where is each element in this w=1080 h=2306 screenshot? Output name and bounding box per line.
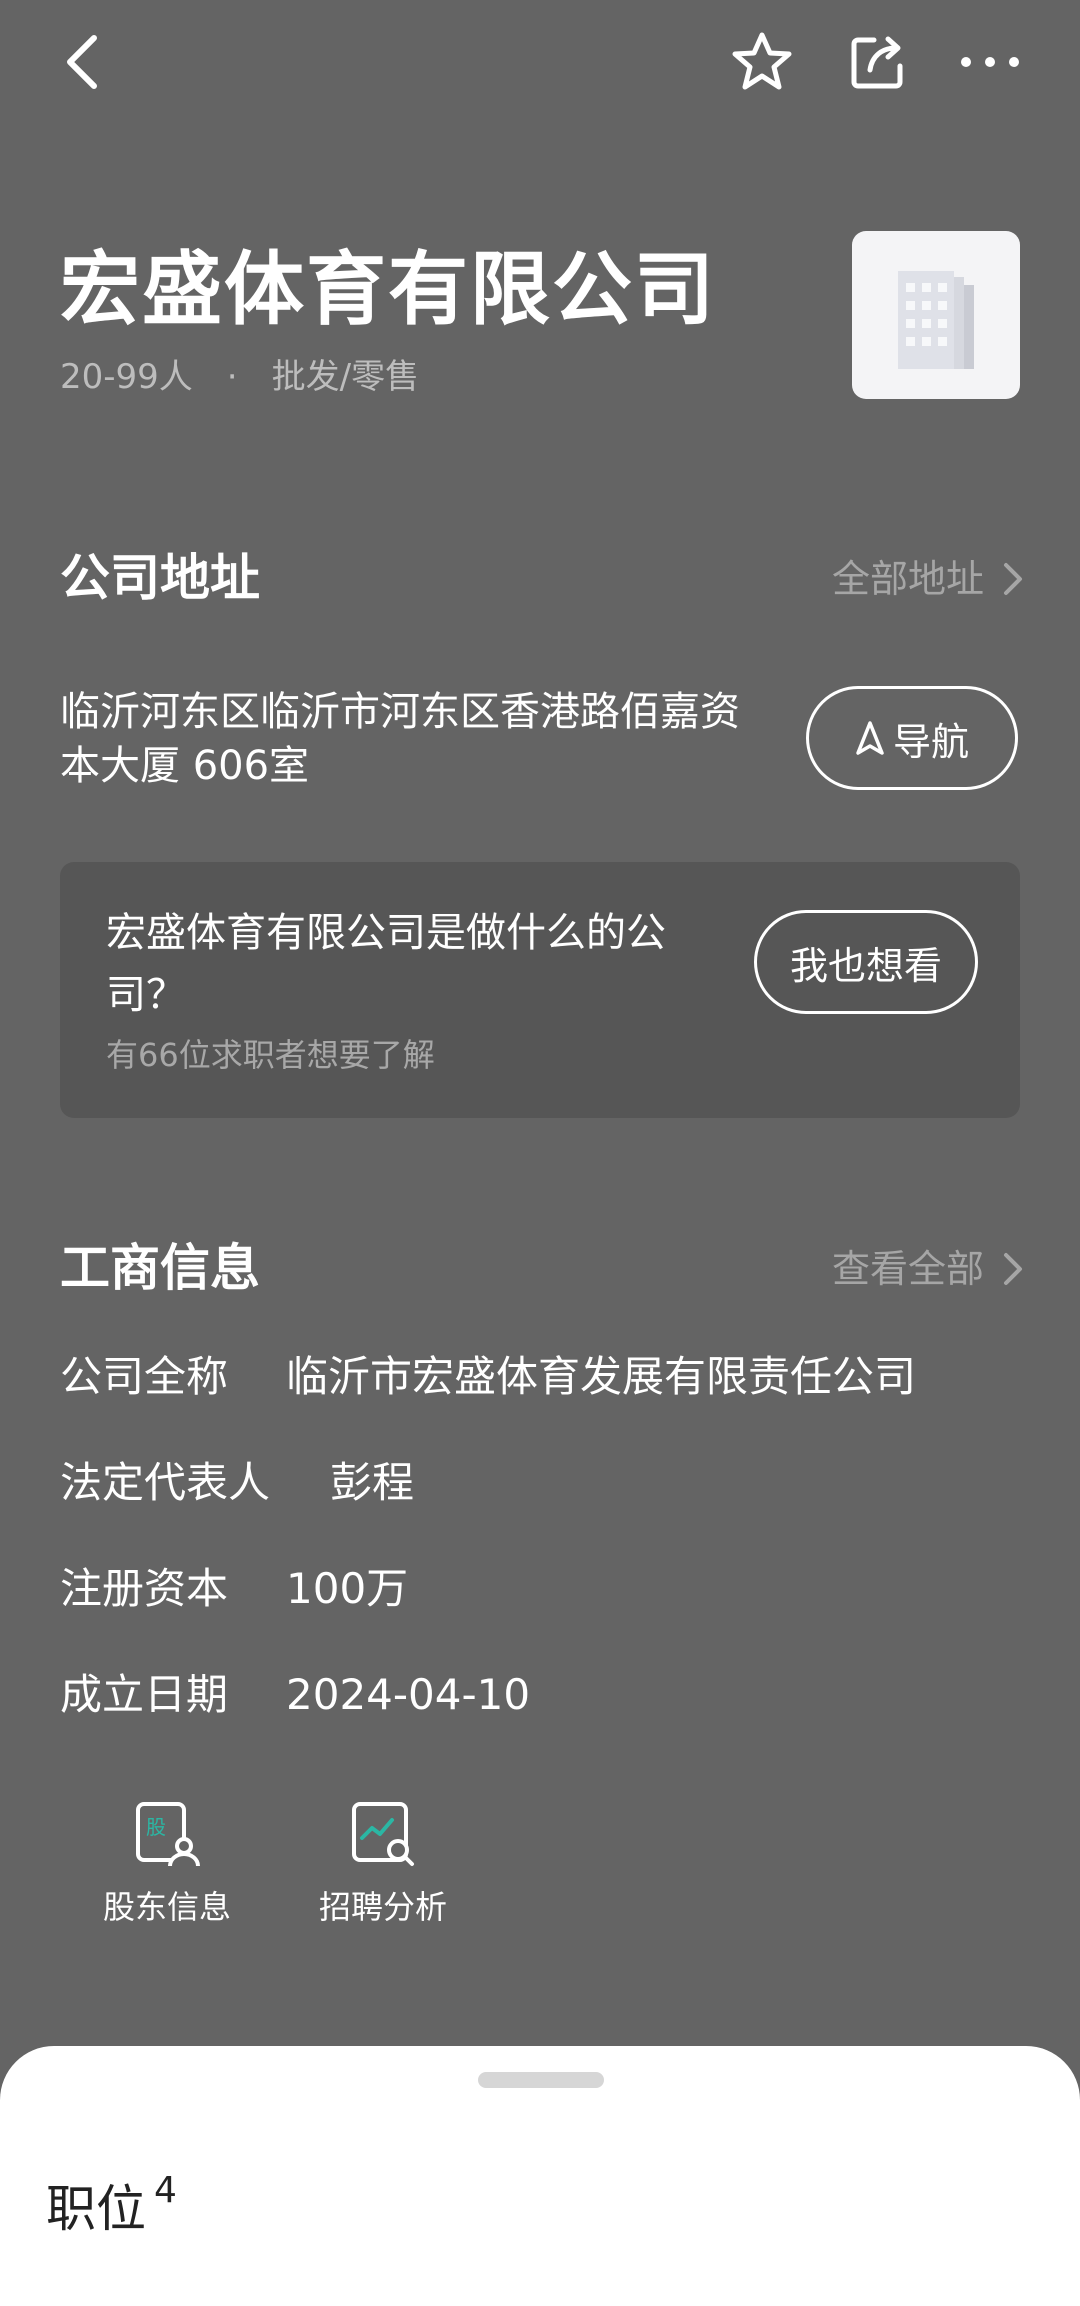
building-icon bbox=[898, 271, 974, 369]
question-card: 宏盛体育有限公司是做什么的公司？ 有66位求职者想要了解 我也想看 bbox=[60, 862, 1020, 1118]
info-label: 成立日期 bbox=[60, 1670, 229, 1719]
company-name: 宏盛体育有限公司 bbox=[60, 243, 716, 336]
share-icon bbox=[851, 36, 903, 89]
jobs-title-label: 职位 bbox=[46, 2180, 146, 2238]
want-to-see-button[interactable]: 我也想看 bbox=[754, 910, 978, 1014]
recruitment-analysis-button[interactable]: 招聘分析 bbox=[283, 1800, 483, 1928]
company-address: 临沂河东区临沂市河东区香港路佰嘉资本大厦 606室 bbox=[60, 689, 740, 789]
shareholder-icon: 股 bbox=[136, 1802, 200, 1867]
view-all-label: 查看全部 bbox=[831, 1247, 984, 1291]
back-button[interactable] bbox=[42, 22, 122, 102]
navigate-button[interactable]: 导航 bbox=[806, 686, 1018, 790]
navigation-arrow-icon bbox=[856, 721, 884, 755]
star-outline-icon bbox=[732, 32, 792, 90]
question-text: 宏盛体育有限公司是做什么的公司？ bbox=[106, 910, 666, 1018]
info-row-legal-rep: 法定代表人 彭程 bbox=[60, 1455, 414, 1511]
info-value: 彭程 bbox=[330, 1458, 415, 1507]
chevron-left-icon bbox=[67, 35, 97, 89]
recruitment-analysis-label: 招聘分析 bbox=[318, 1888, 447, 1926]
shareholder-info-button[interactable]: 股 股东信息 bbox=[67, 1800, 267, 1928]
info-row-founded: 成立日期 2024-04-10 bbox=[60, 1667, 530, 1723]
info-value: 2024-04-10 bbox=[286, 1670, 531, 1719]
all-addresses-label: 全部地址 bbox=[831, 557, 984, 601]
meta-separator: · bbox=[226, 357, 238, 397]
company-meta: 20-99人 · 批发/零售 bbox=[60, 355, 419, 399]
chevron-right-icon bbox=[1004, 563, 1022, 595]
navigate-label: 导航 bbox=[892, 719, 969, 764]
jobs-title: 职位 4 bbox=[46, 2173, 177, 2242]
jobs-bottom-sheet[interactable]: 职位 4 bbox=[0, 2046, 1080, 2306]
more-button[interactable] bbox=[950, 22, 1030, 102]
favorite-button[interactable] bbox=[722, 22, 802, 102]
view-all-business-link[interactable]: 查看全部 bbox=[832, 1244, 1024, 1294]
jobs-count: 4 bbox=[154, 2170, 177, 2211]
sheet-drag-handle[interactable] bbox=[478, 2072, 604, 2088]
recruitment-analysis-icon bbox=[352, 1802, 414, 1866]
more-horizontal-icon bbox=[961, 57, 1019, 67]
company-size: 20-99人 bbox=[60, 357, 193, 397]
info-label: 法定代表人 bbox=[60, 1458, 271, 1507]
shareholder-icon-text: 股 bbox=[146, 1815, 166, 1839]
address-section-title: 公司地址 bbox=[60, 549, 260, 607]
business-section-title: 工商信息 bbox=[60, 1239, 260, 1297]
company-industry: 批发/零售 bbox=[271, 357, 420, 397]
info-label: 公司全称 bbox=[60, 1352, 229, 1401]
chevron-right-icon bbox=[1004, 1253, 1022, 1285]
shareholder-info-label: 股东信息 bbox=[102, 1888, 231, 1926]
share-button[interactable] bbox=[838, 22, 918, 102]
all-addresses-link[interactable]: 全部地址 bbox=[832, 554, 1024, 604]
question-subtext: 有66位求职者想要了解 bbox=[106, 1036, 435, 1074]
info-value: 100万 bbox=[286, 1564, 409, 1613]
info-value: 临沂市宏盛体育发展有限责任公司 bbox=[286, 1352, 917, 1401]
info-label: 注册资本 bbox=[60, 1564, 229, 1613]
info-row-full-name: 公司全称 临沂市宏盛体育发展有限责任公司 bbox=[60, 1349, 916, 1405]
info-row-capital: 注册资本 100万 bbox=[60, 1561, 408, 1617]
company-logo[interactable] bbox=[852, 231, 1020, 399]
